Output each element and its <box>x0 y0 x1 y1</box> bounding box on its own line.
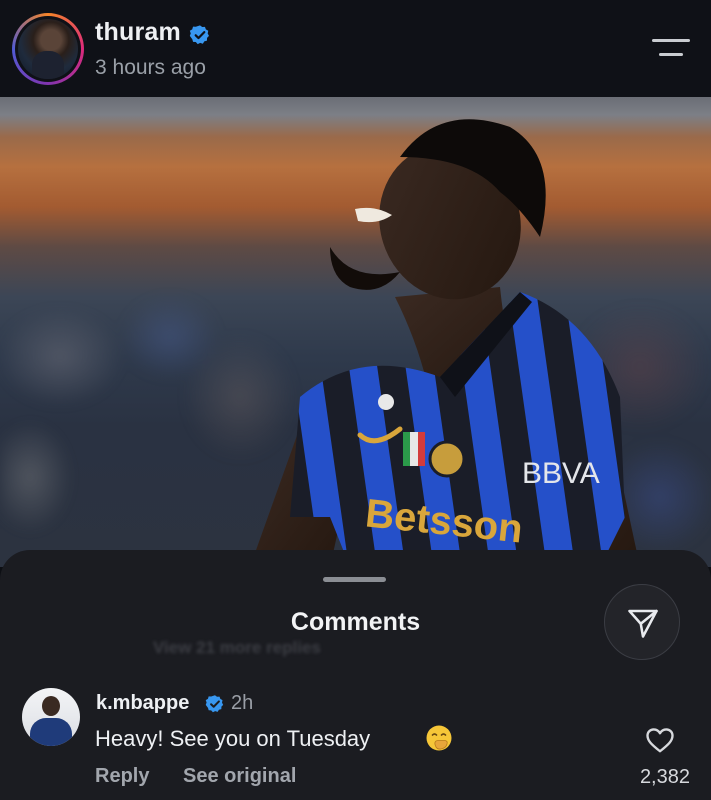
like-count: 2,382 <box>639 766 690 788</box>
sleeve-sponsor: BBVA <box>522 457 600 490</box>
send-paper-plane-icon <box>628 609 658 638</box>
heart-outline-icon[interactable] <box>645 726 675 754</box>
comment-username[interactable]: k.mbappe <box>96 692 189 715</box>
comment-text: Heavy! See you on Tuesday <box>95 726 371 751</box>
profile-avatar[interactable] <box>12 13 84 85</box>
comments-sheet: View 21 more replies Comments k.mbappe 2… <box>0 550 711 800</box>
post-photo[interactable]: Betsson BBVA <box>0 97 711 567</box>
sheet-grabber-handle[interactable] <box>323 577 386 582</box>
verified-badge-icon <box>205 695 224 713</box>
post-timestamp: 3 hours ago <box>95 56 206 79</box>
share-button[interactable] <box>604 584 680 660</box>
comment-time: 2h <box>231 692 254 714</box>
avatar-photo <box>18 19 78 79</box>
player-figure: Betsson BBVA <box>250 119 640 567</box>
background-view-replies-text: View 21 more replies <box>153 638 321 657</box>
reply-button[interactable]: Reply <box>95 765 149 788</box>
post-header: thuram 3 hours ago <box>0 0 711 97</box>
hamburger-menu-icon[interactable] <box>652 39 690 57</box>
face-with-hand-over-mouth-icon <box>426 725 452 751</box>
post-username[interactable]: thuram <box>95 18 181 47</box>
instagram-post-screen: thuram 3 hours ago Betsson BBVA View 21 … <box>0 0 711 800</box>
see-original-button[interactable]: See original <box>183 765 296 788</box>
verified-badge-icon <box>189 25 209 45</box>
comment-avatar[interactable] <box>22 688 80 746</box>
